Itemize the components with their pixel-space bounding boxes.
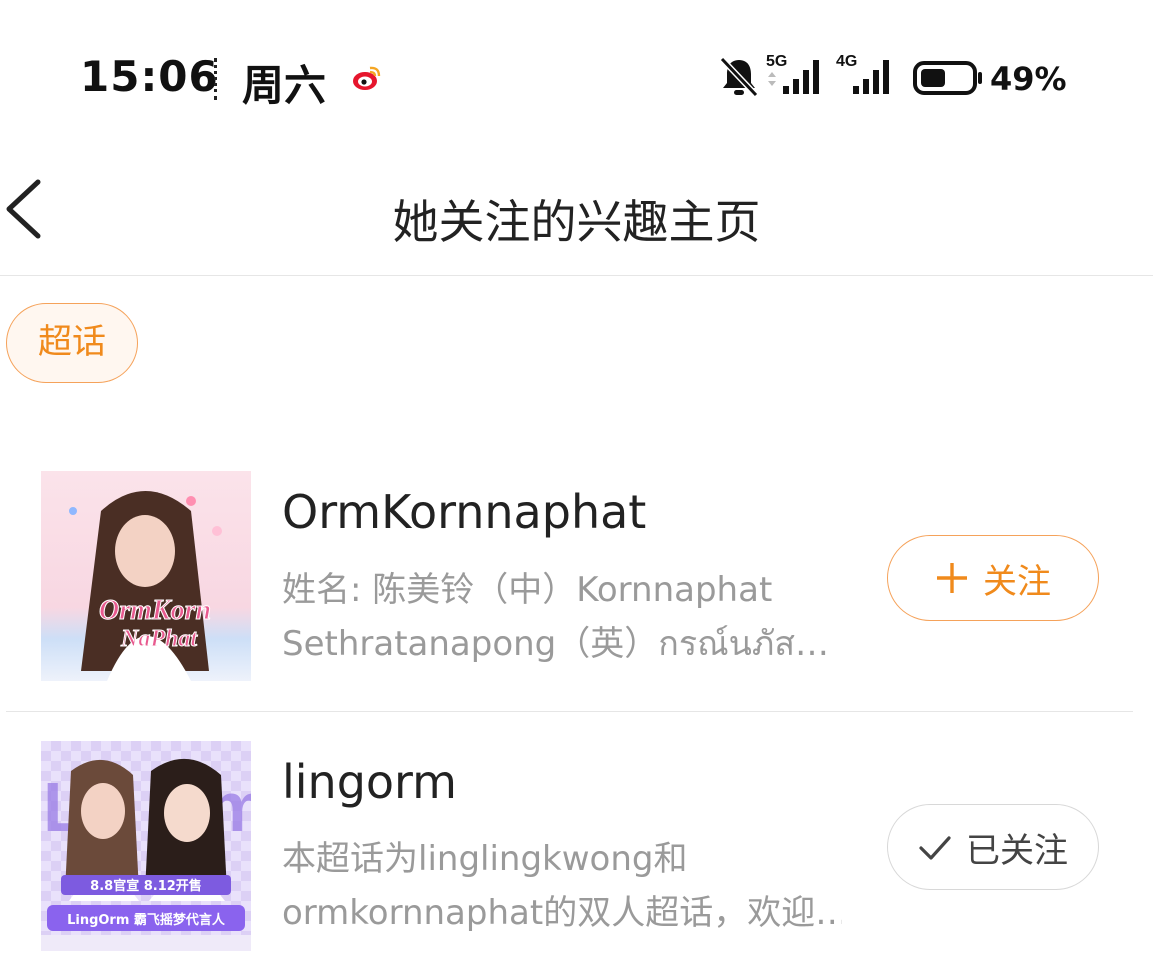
- status-separator: [214, 58, 217, 100]
- followed-button[interactable]: 已关注: [887, 804, 1099, 890]
- thumb-text-line-2: LingOrm 霸飞摇梦代言人: [67, 912, 226, 928]
- topic-name: lingorm: [282, 755, 457, 809]
- follow-button-label: 关注: [983, 561, 1051, 602]
- thumb-text-line-2: NaPhat: [120, 626, 198, 652]
- followed-button-label: 已关注: [966, 830, 1068, 871]
- topic-description-line-2: Sethratanapong（英）กรณ์นภัส…: [282, 624, 830, 664]
- topic-avatar-lingorm: L m 8.8官宣 8.12开售 LingOrm 霸飞摇梦代言人: [41, 741, 251, 951]
- topic-avatar-ormkornnaphat: OrmKorn NaPhat: [41, 471, 251, 681]
- page-title: 她关注的兴趣主页: [392, 195, 761, 249]
- supertopic-filter-chip[interactable]: 超话: [6, 303, 138, 383]
- status-time: 15:06: [80, 52, 219, 101]
- topic-description-line-1: 姓名: 陈美铃（中）Kornnaphat: [282, 570, 773, 610]
- topic-description-line-2: ormkornnaphat的双人超话，欢迎…: [282, 893, 842, 933]
- battery-icon: [913, 61, 982, 95]
- topic-description-line-1: 本超话为linglingkwong和: [282, 839, 688, 879]
- status-day: 周六: [242, 61, 327, 110]
- thumb-text-line-1: 8.8官宣 8.12开售: [90, 878, 202, 894]
- plus-icon: [937, 563, 967, 593]
- battery-percent: 49%: [990, 60, 1067, 98]
- check-icon: [919, 836, 951, 860]
- follow-button[interactable]: 关注: [887, 535, 1099, 621]
- network-label-4g: 4G: [836, 53, 857, 70]
- thumb-text-line-1: OrmKorn: [99, 595, 211, 626]
- topic-description: 本超话为linglingkwong和 ormkornnaphat的双人超话，欢迎…: [282, 832, 842, 940]
- signal-icon: 5G: [766, 53, 819, 94]
- topic-description: 姓名: 陈美铃（中）Kornnaphat Sethratanapong（英）กร…: [282, 563, 842, 671]
- signal-icon-2: 4G: [836, 53, 889, 94]
- bell-muted-icon: [719, 56, 759, 98]
- status-bar: 15:06 周六 5G 4G 49%: [0, 0, 1153, 150]
- list-item[interactable]: L m 8.8官宣 8.12开售 LingOrm 霸飞摇梦代言人 lingorm…: [0, 712, 1153, 952]
- battery-fill: [921, 69, 945, 87]
- page-header: 她关注的兴趣主页: [0, 150, 1153, 276]
- weibo-icon: [353, 66, 381, 90]
- topic-name: OrmKornnaphat: [282, 485, 647, 539]
- network-label-5g: 5G: [766, 53, 787, 70]
- list-item[interactable]: OrmKorn NaPhat OrmKornnaphat 姓名: 陈美铃（中）K…: [0, 440, 1153, 681]
